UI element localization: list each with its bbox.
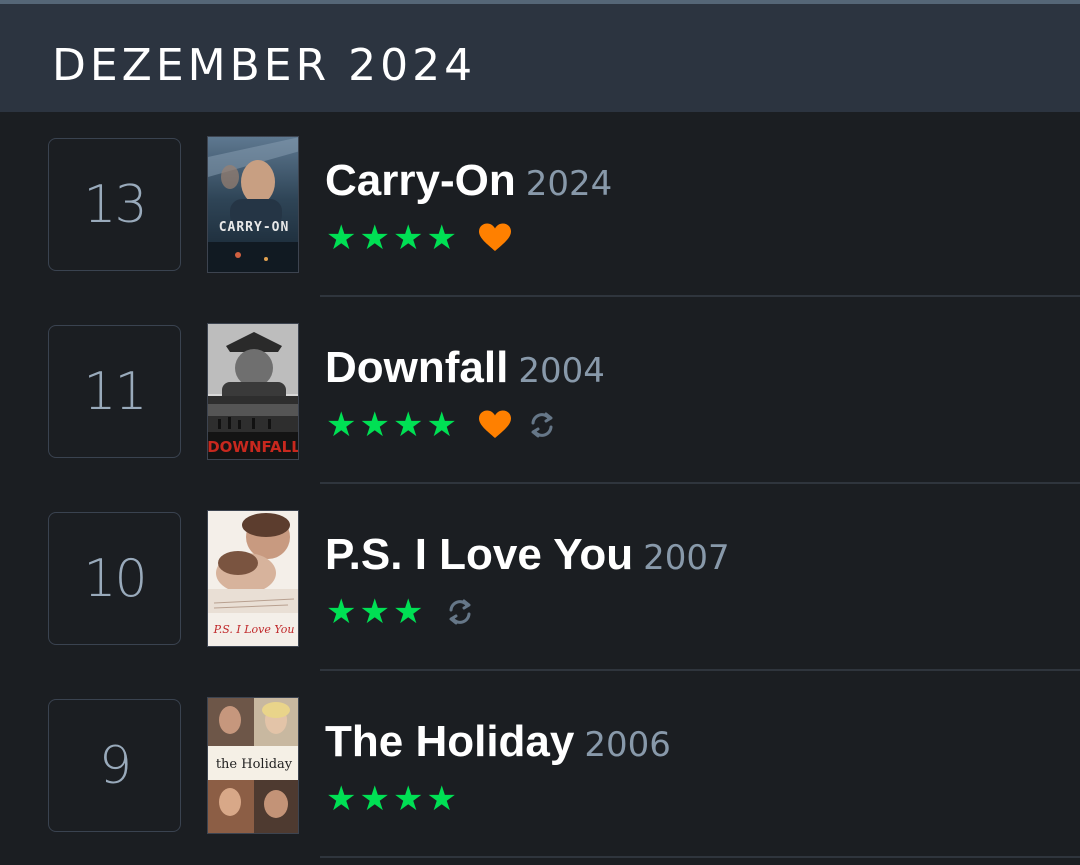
diary-list: 13 CARRY-ON Carry-On 2024 ★★★★ 11 DOWNFA… xyxy=(0,112,1080,865)
star-rating: ★★★★ xyxy=(326,779,460,819)
title-line: Downfall 2004 xyxy=(325,343,605,403)
rating-row: ★★★★ xyxy=(326,218,512,258)
film-title[interactable]: Downfall xyxy=(325,343,508,392)
rewatch-icon xyxy=(528,411,556,439)
diary-entry[interactable]: 13 CARRY-ON Carry-On 2024 ★★★★ xyxy=(0,112,1080,299)
row-divider xyxy=(320,669,1080,671)
film-title[interactable]: P.S. I Love You xyxy=(325,530,633,579)
star-rating: ★★★★ xyxy=(326,405,460,445)
title-line: The Holiday 2006 xyxy=(325,717,671,777)
day-box[interactable]: 11 xyxy=(48,325,181,458)
film-title[interactable]: The Holiday xyxy=(325,717,574,766)
day-box[interactable]: 10 xyxy=(48,512,181,645)
heart-icon xyxy=(478,223,512,253)
poster-text: CARRY-ON xyxy=(219,220,290,235)
poster-text: P.S. I Love You xyxy=(213,623,295,636)
film-year[interactable]: 2024 xyxy=(526,164,613,204)
day-number: 11 xyxy=(83,361,147,422)
rating-row: ★★★★ xyxy=(326,405,556,445)
month-title: DEZEMBER 2024 xyxy=(52,40,477,91)
rating-row: ★★★ xyxy=(326,592,474,632)
rewatch-icon xyxy=(446,598,474,626)
diary-entry[interactable]: 9 the Holiday The Holiday 2006 ★★★★ xyxy=(0,673,1080,860)
film-poster[interactable]: CARRY-ON xyxy=(207,136,299,273)
day-box[interactable]: 9 xyxy=(48,699,181,832)
month-header: DEZEMBER 2024 xyxy=(0,4,1080,112)
poster-text: DOWNFALL xyxy=(208,438,299,456)
film-poster[interactable]: the Holiday xyxy=(207,697,299,834)
diary-entry[interactable]: 11 DOWNFALL Downfall 2004 ★★★★ xyxy=(0,299,1080,486)
film-title[interactable]: Carry-On xyxy=(325,156,516,205)
day-number: 10 xyxy=(83,548,147,609)
title-line: Carry-On 2024 xyxy=(325,156,612,216)
day-number: 13 xyxy=(83,174,147,235)
star-rating: ★★★★ xyxy=(326,218,460,258)
rating-row: ★★★★ xyxy=(326,779,460,819)
day-box[interactable]: 13 xyxy=(48,138,181,271)
heart-icon xyxy=(478,410,512,440)
film-year[interactable]: 2007 xyxy=(643,538,730,578)
title-line: P.S. I Love You 2007 xyxy=(325,530,730,590)
diary-entry[interactable]: 10 P.S. I Love You P.S. I Love You 2007 ★… xyxy=(0,486,1080,673)
film-poster[interactable]: P.S. I Love You xyxy=(207,510,299,647)
film-year[interactable]: 2006 xyxy=(584,725,671,765)
film-year[interactable]: 2004 xyxy=(518,351,605,391)
day-number: 9 xyxy=(98,735,132,796)
poster-text: the Holiday xyxy=(216,757,293,772)
row-divider xyxy=(320,295,1080,297)
film-poster[interactable]: DOWNFALL xyxy=(207,323,299,460)
star-rating: ★★★ xyxy=(326,592,427,632)
row-divider xyxy=(320,482,1080,484)
row-divider xyxy=(320,856,1080,858)
